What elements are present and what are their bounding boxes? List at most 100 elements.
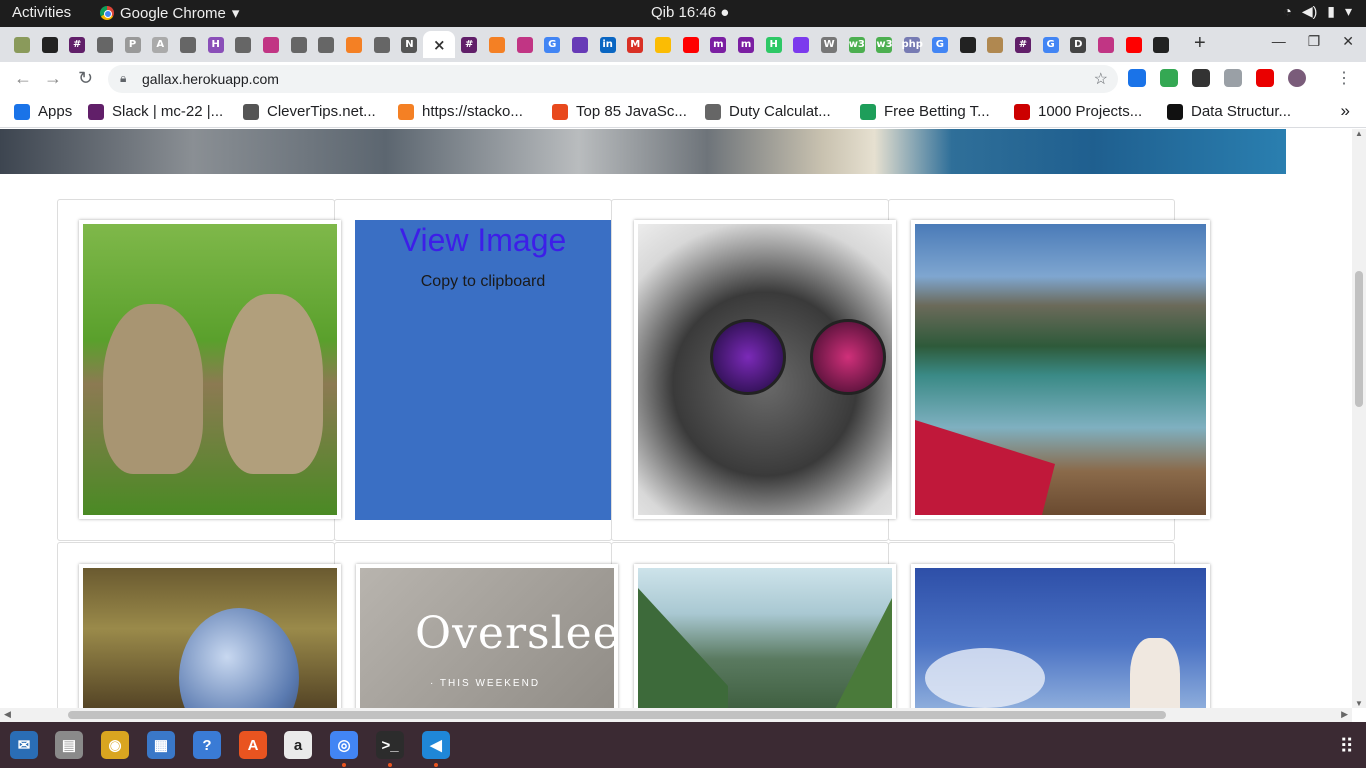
bookmarks-overflow-button[interactable]: » xyxy=(1341,101,1350,121)
writer-icon[interactable]: ▦ xyxy=(147,731,175,759)
forward-icon[interactable]: → xyxy=(44,68,62,89)
browser-tab[interactable]: in xyxy=(594,31,622,58)
browser-tab[interactable] xyxy=(257,31,285,58)
oversleep-photo[interactable]: Oversleep · THIS WEEKEND xyxy=(356,564,618,708)
browser-tab[interactable] xyxy=(313,31,341,58)
bookmark-star-icon[interactable]: ☆ xyxy=(1094,69,1108,89)
browser-tab[interactable]: G xyxy=(926,31,954,58)
browser-tab[interactable]: G xyxy=(538,31,566,58)
browser-tab[interactable]: W xyxy=(815,31,843,58)
restore-icon[interactable]: ❐ xyxy=(1308,33,1321,50)
browser-tab[interactable] xyxy=(230,31,258,58)
browser-tab[interactable]: G xyxy=(1037,31,1065,58)
scroll-right-icon[interactable]: ▶ xyxy=(1341,709,1348,720)
browser-tab[interactable] xyxy=(649,31,677,58)
activities-button[interactable]: Activities xyxy=(12,4,71,21)
software-icon[interactable]: A xyxy=(239,731,267,759)
scroll-down-icon[interactable]: ▼ xyxy=(1355,699,1363,708)
horizontal-scroll-thumb[interactable] xyxy=(68,711,1166,719)
minimize-icon[interactable]: — xyxy=(1272,33,1286,50)
bookmark-item[interactable]: https://stacko... xyxy=(398,103,523,120)
bookmark-item[interactable]: Slack | mc-22 |... xyxy=(88,103,223,120)
bookmark-item[interactable]: CleverTips.net... xyxy=(243,103,376,120)
bookmark-item[interactable]: 1000 Projects... xyxy=(1014,103,1142,120)
image-hover-overlay[interactable]: View Image Copy to clipboard xyxy=(355,220,611,520)
extension-icon[interactable] xyxy=(1256,69,1274,87)
browser-tab[interactable]: P xyxy=(119,31,147,58)
browser-tab[interactable]: M xyxy=(621,31,649,58)
browser-tab[interactable] xyxy=(368,31,396,58)
browser-tab[interactable]: # xyxy=(1009,31,1037,58)
vertical-scroll-thumb[interactable] xyxy=(1355,271,1363,407)
bookmark-item[interactable]: Duty Calculat... xyxy=(705,103,831,120)
scroll-up-icon[interactable]: ▲ xyxy=(1355,129,1363,138)
extension-icon[interactable] xyxy=(1224,69,1242,87)
extension-icon[interactable] xyxy=(1128,69,1146,87)
browser-tab[interactable]: N xyxy=(396,31,424,58)
browser-tab[interactable] xyxy=(1092,31,1120,58)
help-icon[interactable]: ? xyxy=(193,731,221,759)
show-applications-icon[interactable]: ⠿ xyxy=(1339,734,1354,759)
browser-tab[interactable]: m xyxy=(732,31,760,58)
mountain-lake-photo[interactable] xyxy=(911,220,1210,519)
browser-tab[interactable]: H xyxy=(760,31,788,58)
app-menu[interactable]: Google Chrome ▾ xyxy=(100,4,239,22)
system-tray[interactable]: ◔ ◀) ▮ ▾ xyxy=(1283,3,1352,20)
browser-tab[interactable] xyxy=(340,31,368,58)
close-tab-icon[interactable]: × xyxy=(431,36,447,54)
glass-globe-photo[interactable] xyxy=(79,564,341,708)
browser-tab[interactable] xyxy=(511,31,539,58)
chrome-icon[interactable]: ◎ xyxy=(330,731,358,759)
browser-tab[interactable] xyxy=(36,31,64,58)
browser-tab[interactable] xyxy=(285,31,313,58)
browser-tab[interactable]: # xyxy=(63,31,91,58)
browser-tab[interactable]: w3 xyxy=(871,31,899,58)
vscode-icon[interactable]: ◀ xyxy=(422,731,450,759)
browser-tab[interactable] xyxy=(566,31,594,58)
scroll-left-icon[interactable]: ◀ xyxy=(4,709,11,720)
browser-tab[interactable]: H xyxy=(202,31,230,58)
bookmark-item[interactable]: Data Structur... xyxy=(1167,103,1291,120)
browser-tab[interactable] xyxy=(788,31,816,58)
browser-tab[interactable]: m xyxy=(705,31,733,58)
browser-tab[interactable] xyxy=(1120,31,1148,58)
rhythmbox-icon[interactable]: ◉ xyxy=(101,731,129,759)
close-icon[interactable]: ✕ xyxy=(1342,33,1354,50)
browser-tab[interactable]: w3 xyxy=(843,31,871,58)
terminal-icon[interactable]: >_ xyxy=(376,731,404,759)
browser-tab[interactable]: D xyxy=(1064,31,1092,58)
couple-sky-photo[interactable] xyxy=(911,564,1210,708)
browser-tab[interactable]: A xyxy=(146,31,174,58)
mountain-valley-photo[interactable] xyxy=(634,564,896,708)
extension-icon[interactable] xyxy=(1160,69,1178,87)
address-bar[interactable]: 🔒︎ gallax.herokuapp.com ☆ xyxy=(108,65,1118,93)
browser-tab[interactable]: # xyxy=(455,31,483,58)
profile-avatar[interactable] xyxy=(1288,69,1306,87)
view-image-link[interactable]: View Image xyxy=(355,222,611,259)
horizontal-scrollbar[interactable]: ◀ ▶ xyxy=(0,708,1352,722)
new-tab-button[interactable]: + xyxy=(1194,32,1206,55)
bookmark-item[interactable]: Free Betting T... xyxy=(860,103,990,120)
clock[interactable]: Qib 16:46 ● xyxy=(651,4,729,21)
bookmark-item[interactable]: Top 85 JavaSc... xyxy=(552,103,687,120)
extension-icon[interactable] xyxy=(1192,69,1210,87)
browser-tab[interactable] xyxy=(8,31,36,58)
active-tab[interactable]: × xyxy=(423,31,456,58)
browser-tab[interactable] xyxy=(174,31,202,58)
reload-icon[interactable]: ↻ xyxy=(78,68,93,89)
browser-tab[interactable] xyxy=(1148,31,1176,58)
cheetah-cubs-photo[interactable] xyxy=(79,220,341,519)
copy-to-clipboard-button[interactable]: Copy to clipboard xyxy=(355,273,611,291)
back-icon[interactable]: ← xyxy=(14,68,32,89)
browser-tab[interactable] xyxy=(91,31,119,58)
browser-tab[interactable] xyxy=(981,31,1009,58)
browser-tab[interactable]: php xyxy=(898,31,926,58)
lock-icon[interactable]: 🔒︎ xyxy=(120,71,126,86)
amazon-icon[interactable]: a xyxy=(284,731,312,759)
url-text[interactable]: gallax.herokuapp.com xyxy=(142,71,279,87)
browser-tab[interactable] xyxy=(483,31,511,58)
browser-tab[interactable] xyxy=(677,31,705,58)
thunderbird-icon[interactable]: ✉ xyxy=(10,731,38,759)
kebab-menu-icon[interactable]: ⋮ xyxy=(1336,68,1352,88)
cat-sunglasses-photo[interactable] xyxy=(634,220,896,519)
